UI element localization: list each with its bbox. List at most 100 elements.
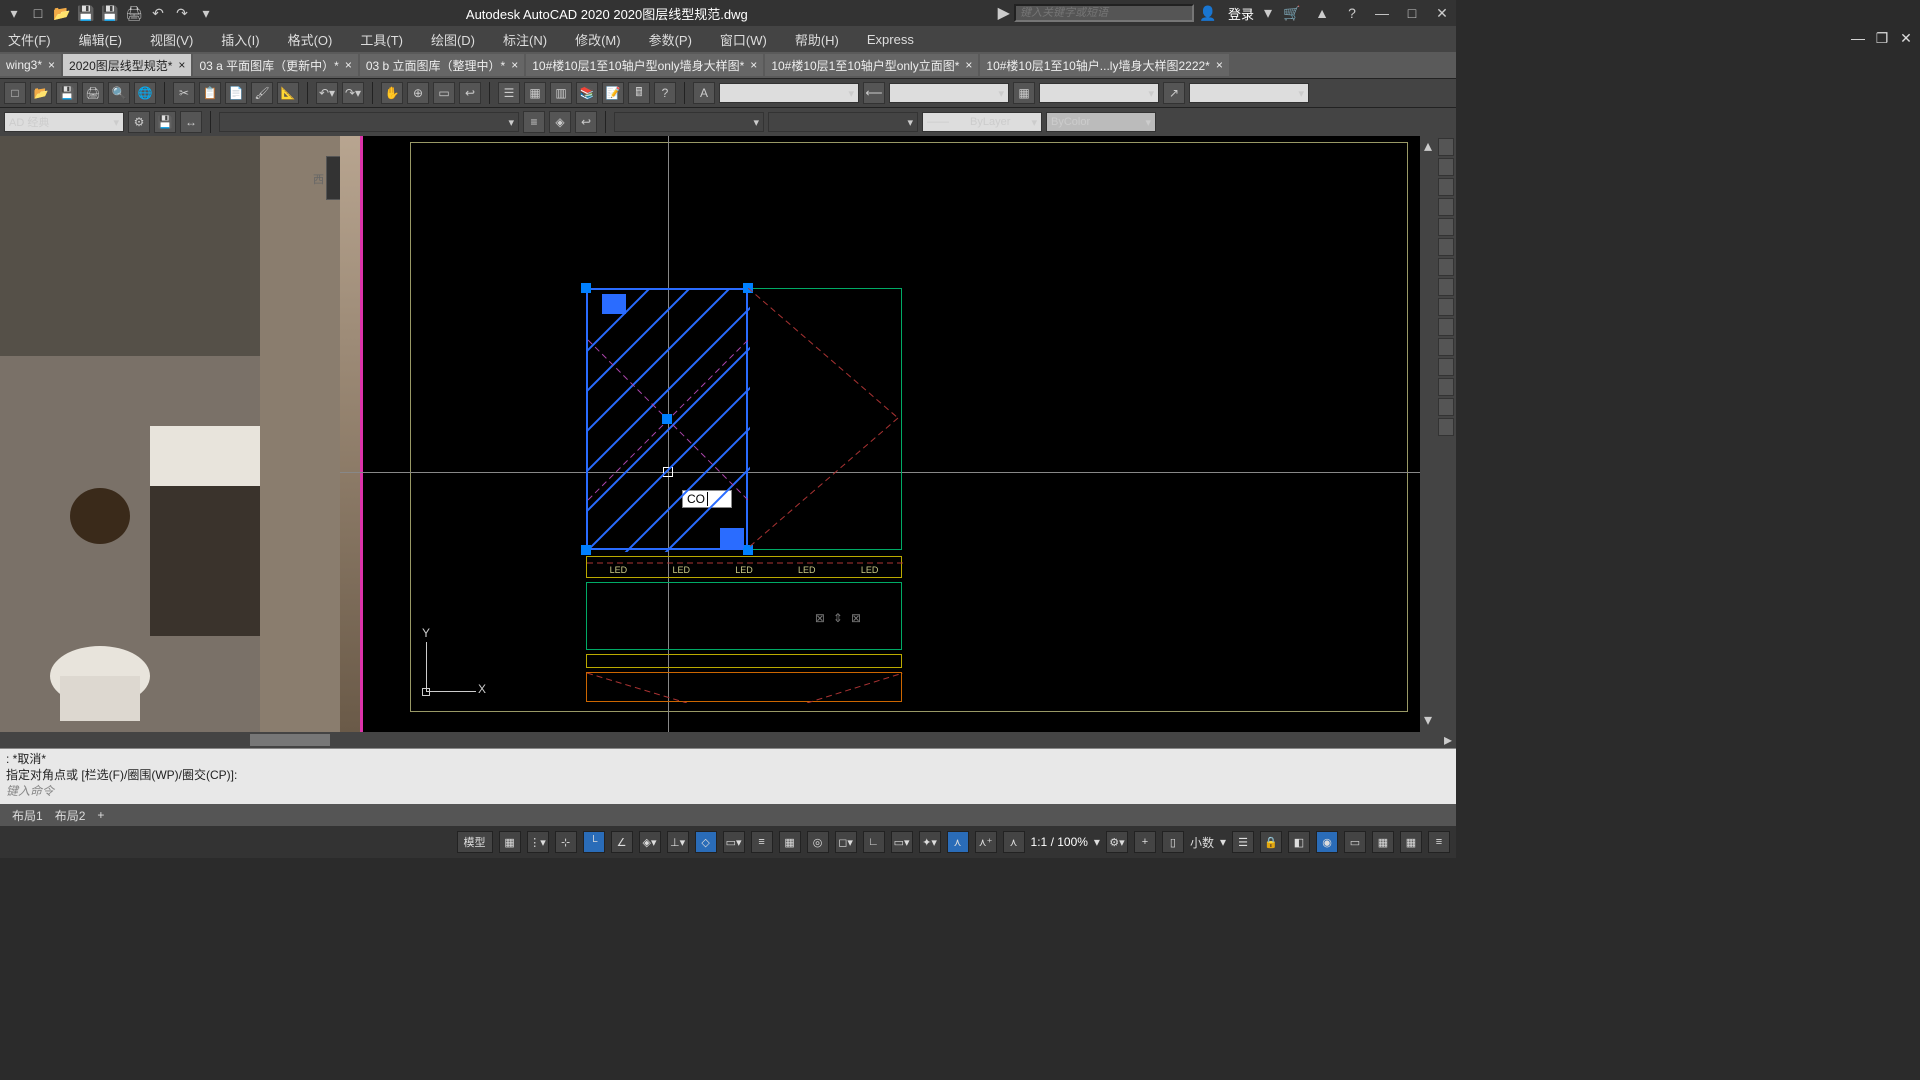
undo-button[interactable]: ↶▾ bbox=[316, 82, 338, 104]
tab-2[interactable]: 03 a 平面图库（更新中）*× bbox=[193, 54, 357, 76]
rtool-8[interactable] bbox=[1438, 278, 1454, 296]
tab-6[interactable]: 10#楼10层1至10轴户...ly墙身大样图2222*× bbox=[980, 54, 1228, 76]
menu-help[interactable]: 帮助(H) bbox=[795, 30, 839, 49]
undo-icon[interactable]: ↶ bbox=[148, 3, 168, 23]
paste-button[interactable]: 📄 bbox=[225, 82, 247, 104]
ortho-toggle[interactable]: └ bbox=[583, 831, 605, 853]
customization-icon[interactable]: ≡ bbox=[1428, 831, 1450, 853]
tab-0[interactable]: wing3*× bbox=[0, 54, 61, 76]
rtool-1[interactable] bbox=[1438, 138, 1454, 156]
new-button[interactable]: □ bbox=[4, 82, 26, 104]
tab-close[interactable]: × bbox=[511, 58, 518, 72]
close-button[interactable]: ✕ bbox=[1432, 5, 1452, 21]
help-icon[interactable]: ? bbox=[1342, 3, 1362, 23]
grid-mode[interactable]: ⋮▾ bbox=[527, 831, 549, 853]
rtool-3[interactable] bbox=[1438, 178, 1454, 196]
menu-edit[interactable]: 编辑(E) bbox=[79, 30, 122, 49]
tab-5[interactable]: 10#楼10层1至10轴户型only立面图*× bbox=[765, 54, 978, 76]
mleader-button[interactable]: ↗ bbox=[1163, 82, 1185, 104]
doc-minimize[interactable]: — bbox=[1848, 30, 1868, 46]
layout-tab-2[interactable]: 布局2 bbox=[55, 807, 86, 824]
menu-draw[interactable]: 绘图(D) bbox=[431, 30, 475, 49]
rtool-13[interactable] bbox=[1438, 378, 1454, 396]
workspace-select[interactable]: AD 经典▾ bbox=[4, 112, 124, 132]
dimstyle-select[interactable]: ▾ bbox=[889, 83, 1009, 103]
annoscale-auto[interactable]: ⋏⁺ bbox=[975, 831, 997, 853]
tab-close[interactable]: × bbox=[345, 58, 352, 72]
doc-restore[interactable]: ❐ bbox=[1872, 30, 1892, 46]
grip-center[interactable] bbox=[662, 414, 672, 424]
layout-tab-1[interactable]: 布局1 bbox=[12, 807, 43, 824]
saveas-icon[interactable]: 💾 bbox=[100, 3, 120, 23]
sheetset-button[interactable]: 📚 bbox=[576, 82, 598, 104]
tab-3[interactable]: 03 b 立面图库（整理中）*× bbox=[360, 54, 524, 76]
open-button[interactable]: 📂 bbox=[30, 82, 52, 104]
new-icon[interactable]: □ bbox=[28, 3, 48, 23]
rtool-6[interactable] bbox=[1438, 238, 1454, 256]
viewcube[interactable]: 北 南 西 东 bbox=[326, 156, 340, 200]
menu-tools[interactable]: 工具(T) bbox=[360, 30, 403, 49]
polar-toggle[interactable]: ∠ bbox=[611, 831, 633, 853]
rtool-11[interactable] bbox=[1438, 338, 1454, 356]
block-marker[interactable] bbox=[602, 294, 626, 314]
maximize-button[interactable]: □ bbox=[1402, 5, 1422, 21]
menu-window[interactable]: 窗口(W) bbox=[720, 30, 767, 49]
menu-express[interactable]: Express bbox=[867, 32, 914, 47]
transparency-toggle[interactable]: ▦ bbox=[779, 831, 801, 853]
menu-modify[interactable]: 修改(M) bbox=[575, 30, 621, 49]
menu-param[interactable]: 参数(P) bbox=[649, 30, 692, 49]
print-icon[interactable]: 🖨 bbox=[124, 3, 144, 23]
plot-preview[interactable]: 🔍 bbox=[108, 82, 130, 104]
layerprops-button[interactable]: ≡ bbox=[523, 111, 545, 133]
dimstyle-button[interactable]: ⟵ bbox=[863, 82, 885, 104]
cycling-toggle[interactable]: ◎ bbox=[807, 831, 829, 853]
toolpalette[interactable]: ▥ bbox=[550, 82, 572, 104]
menu-dimension[interactable]: 标注(N) bbox=[503, 30, 547, 49]
layout-add[interactable]: + bbox=[97, 808, 104, 822]
plotcolor-select[interactable]: ByColor▾ bbox=[1046, 112, 1156, 132]
menu-format[interactable]: 格式(O) bbox=[288, 30, 333, 49]
zoom-button[interactable]: ⊕ bbox=[407, 82, 429, 104]
rtool-12[interactable] bbox=[1438, 358, 1454, 376]
annoscale-vis[interactable]: ⋏ bbox=[1003, 831, 1025, 853]
zoomwin[interactable]: ▭ bbox=[433, 82, 455, 104]
units-icon[interactable]: ▯ bbox=[1162, 831, 1184, 853]
zoom-scale[interactable]: 1:1 / 100% bbox=[1031, 835, 1088, 849]
tab-close[interactable]: × bbox=[965, 58, 972, 72]
layeriso-button[interactable]: ◈ bbox=[549, 111, 571, 133]
ws-save-icon[interactable]: 💾 bbox=[154, 111, 176, 133]
menu-view[interactable]: 视图(V) bbox=[150, 30, 193, 49]
grid-toggle[interactable]: ▦ bbox=[499, 831, 521, 853]
tab-close[interactable]: × bbox=[750, 58, 757, 72]
cut-button[interactable]: ✂ bbox=[173, 82, 195, 104]
iso-toggle[interactable]: ◈▾ bbox=[639, 831, 661, 853]
pan-button[interactable]: ✋ bbox=[381, 82, 403, 104]
save-icon[interactable]: 💾 bbox=[76, 3, 96, 23]
custom2[interactable]: ▦ bbox=[1400, 831, 1422, 853]
login-button[interactable]: 登录 bbox=[1228, 4, 1254, 23]
doc-close[interactable]: ✕ bbox=[1896, 30, 1916, 46]
tablestyle-select[interactable]: ▾ bbox=[1039, 83, 1159, 103]
search-input[interactable] bbox=[1014, 4, 1194, 22]
cleanscreen-icon[interactable]: ▭ bbox=[1344, 831, 1366, 853]
menu-insert[interactable]: 插入(I) bbox=[221, 30, 259, 49]
sel-filter[interactable]: ▭▾ bbox=[891, 831, 913, 853]
otrack-toggle[interactable]: ⊥▾ bbox=[667, 831, 689, 853]
rtool-2[interactable] bbox=[1438, 158, 1454, 176]
ws-switch-icon[interactable]: ↔ bbox=[180, 111, 202, 133]
rtool-10[interactable] bbox=[1438, 318, 1454, 336]
properties-button[interactable]: ☰ bbox=[498, 82, 520, 104]
custom1[interactable]: ▦ bbox=[1372, 831, 1394, 853]
quickcalc[interactable]: 🖩 bbox=[628, 82, 650, 104]
textstyle-select[interactable]: ▾ bbox=[719, 83, 859, 103]
signin-icon[interactable]: 👤 bbox=[1198, 3, 1218, 23]
layerprev-button[interactable]: ↩ bbox=[575, 111, 597, 133]
grip[interactable] bbox=[581, 283, 591, 293]
isolate-icon[interactable]: ◧ bbox=[1288, 831, 1310, 853]
help-button[interactable]: ? bbox=[654, 82, 676, 104]
gizmo-toggle[interactable]: ✦▾ bbox=[919, 831, 941, 853]
markup-button[interactable]: 📝 bbox=[602, 82, 624, 104]
cart-icon[interactable]: 🛒 bbox=[1282, 3, 1302, 23]
quickprops[interactable]: ☰ bbox=[1232, 831, 1254, 853]
horizontal-scrollbar[interactable]: ▸ bbox=[0, 732, 1456, 748]
